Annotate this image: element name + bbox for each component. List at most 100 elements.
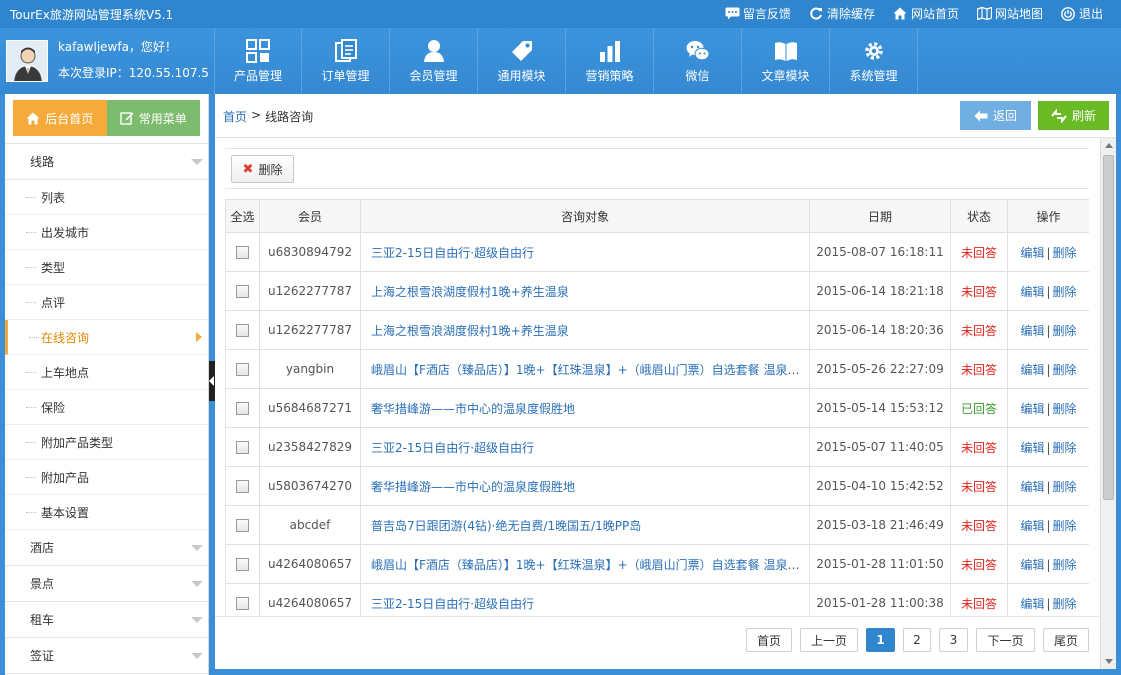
breadcrumb-separator: > (251, 108, 262, 122)
sidebar-item-insurance[interactable]: 保险 (5, 390, 208, 425)
sidebar-group-scenic[interactable]: 景点 (5, 566, 208, 602)
table-row: u2358427829 三亚2-15日自由行·超级自由行 2015-05-07 11… (225, 427, 1089, 467)
sidebar-item-review[interactable]: 点评 (5, 285, 208, 320)
row-checkbox[interactable] (236, 246, 249, 259)
edit-link[interactable]: 编辑 (1020, 246, 1044, 260)
breadcrumb: 首页 > 线路咨询 (223, 108, 313, 125)
subject-header: 咨询对象 (360, 199, 810, 233)
sidebar-item-addon-product[interactable]: 附加产品 (5, 460, 208, 495)
delete-link[interactable]: 删除 (1053, 441, 1077, 455)
row-select-cell (225, 232, 260, 272)
admin-home-tab[interactable]: 后台首页 (13, 100, 107, 136)
site-home-link[interactable]: 网站首页 (893, 5, 959, 22)
sidebar-group-hotel[interactable]: 酒店 (5, 530, 208, 566)
edit-link[interactable]: 编辑 (1020, 285, 1044, 299)
delete-link[interactable]: 删除 (1053, 246, 1077, 260)
sitemap-link[interactable]: 网站地图 (976, 5, 1043, 22)
delete-link[interactable]: 删除 (1053, 480, 1077, 494)
edit-link[interactable]: 编辑 (1020, 402, 1044, 416)
row-checkbox[interactable] (236, 441, 249, 454)
subject-link[interactable]: 奢华措峰游——市中心的温泉度假胜地 (371, 480, 575, 494)
nav-wechat[interactable]: 微信 (654, 28, 742, 94)
edit-link[interactable]: 编辑 (1020, 597, 1044, 611)
scroll-up-icon[interactable] (1105, 143, 1113, 148)
sidebar-item-label: 点评 (41, 295, 66, 310)
scroll-down-icon[interactable] (1105, 659, 1113, 664)
row-checkbox[interactable] (236, 285, 249, 298)
nav-order-management[interactable]: 订单管理 (302, 28, 390, 94)
sidebar-item-list[interactable]: 列表 (5, 180, 208, 215)
row-checkbox[interactable] (236, 597, 249, 610)
sidebar-item-departure-city[interactable]: 出发城市 (5, 215, 208, 250)
row-checkbox[interactable] (236, 480, 249, 493)
delete-link[interactable]: 删除 (1053, 285, 1077, 299)
actions-cell: 编辑 | 删除 (1007, 583, 1089, 616)
subject-link[interactable]: 三亚2-15日自由行·超级自由行 (371, 246, 534, 260)
delete-button[interactable]: ✖ 删除 (231, 155, 294, 183)
subject-link[interactable]: 上海之根雪浪湖度假村1晚+养生温泉 (371, 324, 569, 338)
edit-link[interactable]: 编辑 (1020, 480, 1044, 494)
row-checkbox[interactable] (236, 324, 249, 337)
delete-link[interactable]: 删除 (1053, 558, 1077, 572)
date-cell: 2015-08-07 16:18:11 (809, 232, 951, 272)
subject-link[interactable]: 上海之根雪浪湖度假村1晚+养生温泉 (371, 285, 569, 299)
subject-cell: 三亚2-15日自由行·超级自由行 (360, 583, 810, 616)
nav-product-management[interactable]: 产品管理 (214, 28, 302, 94)
sidebar-item-type[interactable]: 类型 (5, 250, 208, 285)
row-checkbox[interactable] (236, 558, 249, 571)
sidebar-group-label: 酒店 (30, 541, 55, 555)
subject-link[interactable]: 三亚2-15日自由行·超级自由行 (371, 597, 534, 611)
feedback-link[interactable]: 留言反馈 (725, 5, 791, 22)
page-button-1[interactable]: 1 (866, 628, 895, 652)
page-button-2[interactable]: 2 (903, 628, 931, 652)
nav-common-module[interactable]: 通用模块 (478, 28, 566, 94)
last-page-button[interactable]: 尾页 (1043, 628, 1089, 652)
edit-link[interactable]: 编辑 (1020, 363, 1044, 377)
delete-link[interactable]: 删除 (1053, 363, 1077, 377)
edit-link[interactable]: 编辑 (1020, 324, 1044, 338)
sidebar-item-boarding-point[interactable]: 上车地点 (5, 355, 208, 390)
page-button-3[interactable]: 3 (939, 628, 968, 652)
prev-page-button[interactable]: 上一页 (800, 628, 858, 652)
breadcrumb-home-link[interactable]: 首页 (223, 108, 247, 125)
nav-marketing-strategy[interactable]: 营销策略 (566, 28, 654, 94)
sidebar-group-route[interactable]: 线路 (5, 144, 208, 180)
clear-cache-link[interactable]: 清除缓存 (809, 5, 875, 22)
subject-link[interactable]: 峨眉山【F酒店（臻品店）】1晚+【红珠温泉】+（峨眉山门票）自选套餐 温泉度假 (371, 558, 809, 572)
sidebar-item-online-inquiry[interactable]: 在线咨询 (5, 320, 208, 355)
back-button[interactable]: 返回 (960, 101, 1031, 130)
refresh-button[interactable]: 刷新 (1038, 101, 1109, 130)
subject-link[interactable]: 普吉岛7日跟团游(4钻)·绝无自费/1晚国五/1晚PP岛 (371, 519, 641, 533)
nav-member-management[interactable]: 会员管理 (390, 28, 478, 94)
common-menu-tab[interactable]: 常用菜单 (106, 100, 200, 136)
subject-link[interactable]: 三亚2-15日自由行·超级自由行 (371, 441, 534, 455)
row-checkbox[interactable] (236, 363, 249, 376)
subject-link[interactable]: 奢华措峰游——市中心的温泉度假胜地 (371, 402, 575, 416)
edit-link[interactable]: 编辑 (1020, 558, 1044, 572)
sidebar-group-car-rental[interactable]: 租车 (5, 602, 208, 638)
sidebar-item-basic-settings[interactable]: 基本设置 (5, 495, 208, 530)
delete-link[interactable]: 删除 (1053, 519, 1077, 533)
row-checkbox[interactable] (236, 519, 249, 532)
delete-link[interactable]: 删除 (1053, 597, 1077, 611)
logout-link[interactable]: 退出 (1061, 5, 1103, 22)
caret-down-icon (191, 545, 203, 551)
power-icon (1061, 6, 1075, 21)
scroll-thumb[interactable] (1103, 155, 1114, 500)
nav-system-management[interactable]: 系统管理 (830, 28, 918, 94)
nav-article-module[interactable]: 文章模块 (742, 28, 830, 94)
select-all-header[interactable]: 全选 (225, 199, 260, 233)
sidebar-group-visa[interactable]: 签证 (5, 638, 208, 674)
status-cell: 未回答 (950, 583, 1008, 616)
subject-link[interactable]: 峨眉山【F酒店（臻品店）】1晚+【红珠温泉】+（峨眉山门票）自选套餐 温泉度假 (371, 363, 809, 377)
next-page-button[interactable]: 下一页 (976, 628, 1035, 652)
actions-cell: 编辑 | 删除 (1007, 505, 1089, 545)
first-page-button[interactable]: 首页 (746, 628, 792, 652)
edit-link[interactable]: 编辑 (1020, 519, 1044, 533)
delete-link[interactable]: 删除 (1053, 324, 1077, 338)
delete-link[interactable]: 删除 (1053, 402, 1077, 416)
vertical-scrollbar[interactable] (1100, 138, 1116, 669)
edit-link[interactable]: 编辑 (1020, 441, 1044, 455)
row-checkbox[interactable] (236, 402, 249, 415)
sidebar-item-addon-type[interactable]: 附加产品类型 (5, 425, 208, 460)
